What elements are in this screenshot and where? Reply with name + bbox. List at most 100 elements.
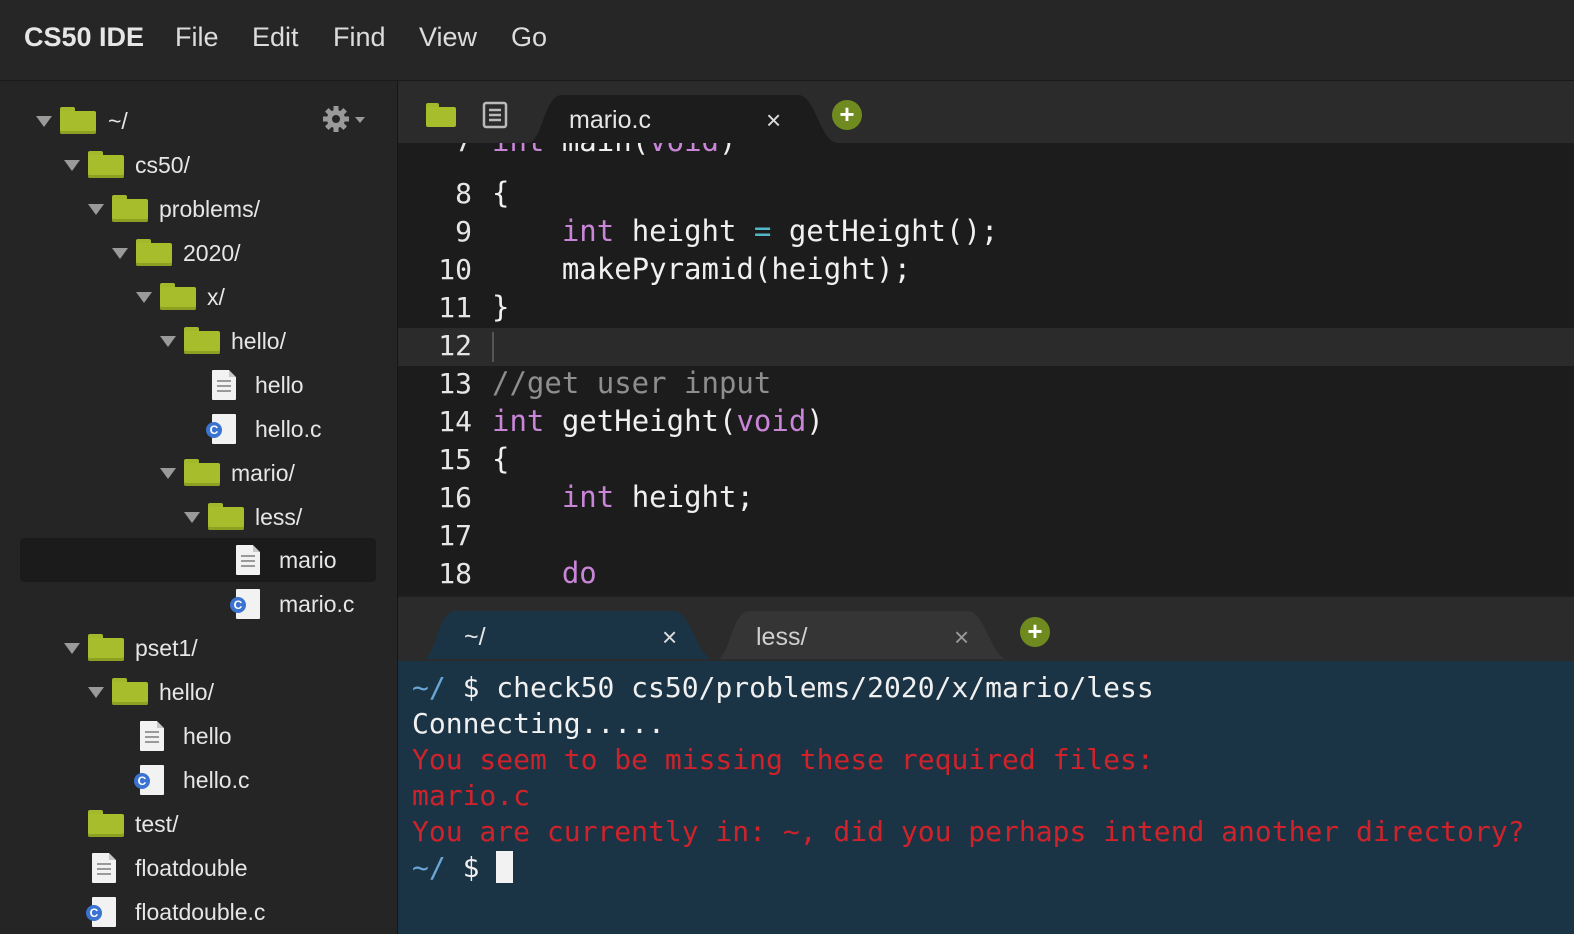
tree-item-pset1[interactable]: pset1/ bbox=[0, 626, 397, 670]
expand-arrow-icon[interactable] bbox=[88, 204, 104, 215]
terminal-tab-home[interactable]: ~/ × bbox=[446, 611, 696, 661]
tree-item-label: problems/ bbox=[159, 196, 260, 222]
folder-icon bbox=[136, 239, 172, 266]
folder-icon bbox=[60, 107, 96, 134]
close-icon[interactable]: × bbox=[662, 622, 677, 653]
c-file-icon: C bbox=[86, 897, 116, 927]
tree-item-less-folder[interactable]: less/ bbox=[0, 495, 397, 539]
folder-icon bbox=[88, 151, 124, 178]
expand-arrow-icon[interactable] bbox=[64, 160, 80, 171]
tree-item-2020[interactable]: 2020/ bbox=[0, 231, 397, 275]
expand-arrow-icon[interactable] bbox=[136, 292, 152, 303]
code-line: 14 int getHeight(void) bbox=[398, 404, 1574, 442]
terminal-caret bbox=[496, 851, 514, 883]
terminal-prompt: ~/ bbox=[412, 671, 463, 704]
tree-item-label: mario.c bbox=[279, 591, 355, 617]
line-number: 8 bbox=[455, 177, 472, 210]
code-line: 18 do bbox=[398, 556, 1574, 594]
tree-item-floatdouble-c[interactable]: C floatdouble.c bbox=[0, 890, 397, 934]
menu-bar: CS50 IDE File Edit Find View Go bbox=[0, 0, 1574, 81]
tree-item-hello-file[interactable]: hello bbox=[0, 363, 397, 407]
tree-item-label: hello bbox=[183, 723, 232, 749]
menu-file[interactable]: File bbox=[175, 22, 219, 53]
code-text: int height; bbox=[561, 480, 754, 514]
tree-item-test[interactable]: test/ bbox=[0, 802, 397, 846]
code-text: int main(void) bbox=[492, 143, 736, 158]
code-text: } bbox=[492, 290, 510, 324]
line-number: 12 bbox=[438, 329, 472, 362]
line-number: 16 bbox=[438, 481, 472, 514]
tree-item-label: mario bbox=[279, 547, 337, 573]
tree-item-hello-c[interactable]: C hello.c bbox=[0, 407, 397, 451]
tree-item-home[interactable]: ~/ bbox=[0, 99, 397, 143]
code-line: 8 { bbox=[398, 176, 1574, 214]
code-line: 7 int main(void) bbox=[398, 143, 1574, 162]
tree-item-hello-folder[interactable]: hello/ bbox=[0, 319, 397, 363]
code-line: 13 //get user input bbox=[398, 366, 1574, 404]
expand-arrow-icon[interactable] bbox=[160, 336, 176, 347]
menu-edit[interactable]: Edit bbox=[252, 22, 299, 53]
terminal-command: $ check50 cs50/problems/2020/x/mario/les… bbox=[462, 671, 1154, 704]
code-editor[interactable]: 7 int main(void) 8 { 9 int height = getH… bbox=[398, 143, 1574, 595]
editor-tab-mario-c[interactable]: mario.c × bbox=[558, 95, 818, 143]
folder-icon bbox=[112, 678, 148, 705]
line-number: 10 bbox=[438, 253, 472, 286]
close-icon[interactable]: × bbox=[954, 622, 969, 653]
expand-arrow-icon[interactable] bbox=[160, 468, 176, 479]
tab-label: ~/ bbox=[464, 623, 486, 651]
menu-view[interactable]: View bbox=[419, 22, 477, 53]
add-tab-button[interactable]: + bbox=[832, 100, 862, 130]
menu-find[interactable]: Find bbox=[333, 22, 386, 53]
code-line: 10 makePyramid(height); bbox=[398, 252, 1574, 290]
line-number: 15 bbox=[438, 443, 472, 476]
tree-item-x[interactable]: x/ bbox=[0, 275, 397, 319]
folder-tree-icon[interactable] bbox=[426, 103, 458, 127]
tree-item-mario-file[interactable]: mario bbox=[0, 538, 397, 582]
line-number: 14 bbox=[438, 405, 472, 438]
add-terminal-button[interactable]: + bbox=[1020, 617, 1050, 647]
tree-item-cs50[interactable]: cs50/ bbox=[0, 143, 397, 187]
menu-go[interactable]: Go bbox=[511, 22, 547, 53]
expand-arrow-icon[interactable] bbox=[36, 116, 52, 127]
c-file-icon: C bbox=[134, 765, 164, 795]
folder-icon bbox=[88, 634, 124, 661]
terminal-error: You are currently in: ~, did you perhaps… bbox=[412, 815, 1525, 848]
terminal[interactable]: ~/ $ check50 cs50/problems/2020/x/mario/… bbox=[398, 661, 1574, 934]
expand-arrow-icon[interactable] bbox=[112, 248, 128, 259]
tree-item-label: hello.c bbox=[183, 767, 250, 793]
terminal-tab-bar: ~/ × less/ × + bbox=[398, 597, 1574, 661]
tree-item-pset1-hello-folder[interactable]: hello/ bbox=[0, 670, 397, 714]
close-icon[interactable]: × bbox=[766, 105, 781, 136]
code-text: { bbox=[492, 176, 510, 210]
tree-item-floatdouble[interactable]: floatdouble bbox=[0, 846, 397, 890]
tree-item-label: cs50/ bbox=[135, 152, 190, 178]
code-line: 11 } bbox=[398, 290, 1574, 328]
expand-arrow-icon[interactable] bbox=[184, 512, 200, 523]
list-icon[interactable] bbox=[480, 101, 510, 129]
terminal-tab-less[interactable]: less/ × bbox=[742, 611, 992, 661]
terminal-prompt: ~/ bbox=[412, 851, 463, 884]
c-file-icon: C bbox=[206, 414, 236, 444]
code-text: makePyramid(height); bbox=[492, 252, 912, 286]
line-number: 13 bbox=[438, 367, 472, 400]
tree-item-pset1-hello-file[interactable]: hello bbox=[0, 714, 397, 758]
expand-arrow-icon[interactable] bbox=[88, 687, 104, 698]
terminal-command: $ bbox=[462, 851, 497, 884]
line-number: 18 bbox=[438, 557, 472, 590]
tree-item-label: floatdouble.c bbox=[135, 899, 266, 925]
folder-icon bbox=[184, 327, 220, 354]
tree-item-label: hello bbox=[255, 372, 304, 398]
tree-item-label: ~/ bbox=[108, 108, 128, 134]
editor-tab-bar: mario.c × + bbox=[398, 81, 1574, 143]
folder-icon bbox=[88, 810, 124, 837]
expand-arrow-icon[interactable] bbox=[64, 643, 80, 654]
tree-item-mario-folder[interactable]: mario/ bbox=[0, 451, 397, 495]
tree-item-problems[interactable]: problems/ bbox=[0, 187, 397, 231]
code-line: 15 { bbox=[398, 442, 1574, 480]
tree-item-mario-c[interactable]: C mario.c bbox=[0, 582, 397, 626]
tree-item-label: pset1/ bbox=[135, 635, 198, 661]
code-text: { bbox=[492, 442, 510, 476]
terminal-error: mario.c bbox=[412, 779, 531, 812]
tree-item-pset1-hello-c[interactable]: C hello.c bbox=[0, 758, 397, 802]
folder-icon bbox=[184, 459, 220, 486]
